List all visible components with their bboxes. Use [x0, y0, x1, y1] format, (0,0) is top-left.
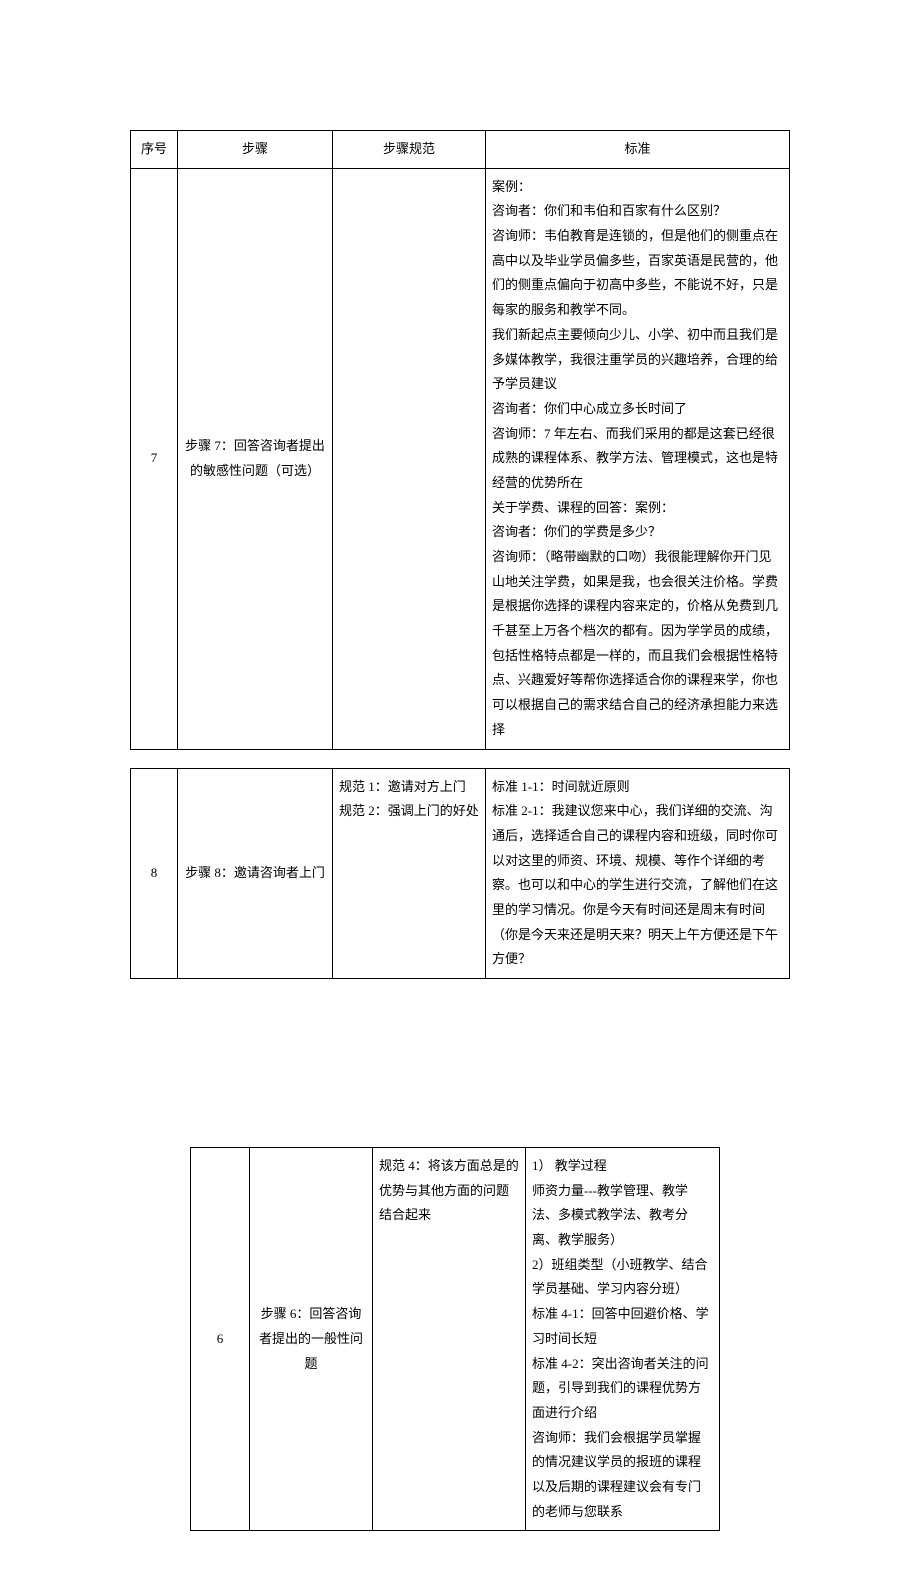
std7-l3: 咨询师：韦伯教育是连锁的，但是他们的侧重点在高中以及毕业学员偏多些，百家英语是民…: [492, 224, 783, 323]
spec-6: 规范 4：将该方面总是的优势与其他方面的问题结合起来: [373, 1148, 526, 1531]
spec8-l1: 规范 1：邀请对方上门: [339, 775, 479, 800]
header-std: 标准: [486, 131, 790, 169]
procedure-table-1: 序号 步骤 步骤规范 标准 7 步骤 7：回答咨询者提出的敏感性问题（可选） 案…: [130, 130, 790, 750]
std6-l3: 2）班组类型（小班教学、结合学员基础、学习内容分班）: [532, 1253, 713, 1302]
header-step: 步骤: [178, 131, 333, 169]
std6-l2: 师资力量---教学管理、教学法、多模式教学法、教考分离、教学服务）: [532, 1179, 713, 1253]
seq-7: 7: [131, 168, 178, 749]
std7-l4: 我们新起点主要倾向少儿、小学、初中而且我们是多媒体教学，我很注重学员的兴趣培养，…: [492, 323, 783, 397]
spec-8: 规范 1：邀请对方上门 规范 2：强调上门的好处: [333, 768, 486, 979]
spec-7: [333, 168, 486, 749]
std8-l2: 标准 2-1：我建议您来中心，我们详细的交流、沟通后，选择适合自己的课程内容和班…: [492, 799, 783, 972]
procedure-table-3: 6 步骤 6：回答咨询者提出的一般性问题 规范 4：将该方面总是的优势与其他方面…: [190, 1147, 720, 1531]
procedure-table-2: 8 步骤 8：邀请咨询者上门 规范 1：邀请对方上门 规范 2：强调上门的好处 …: [130, 768, 790, 980]
table-header-row: 序号 步骤 步骤规范 标准: [131, 131, 790, 169]
std7-l8: 咨询者：你们的学费是多少？: [492, 520, 783, 545]
step-8: 步骤 8：邀请咨询者上门: [178, 768, 333, 979]
std7-l5: 咨询者：你们中心成立多长时间了: [492, 397, 783, 422]
std-6: 1） 教学过程 师资力量---教学管理、教学法、多模式教学法、教考分离、教学服务…: [526, 1148, 720, 1531]
table-row-8: 8 步骤 8：邀请咨询者上门 规范 1：邀请对方上门 规范 2：强调上门的好处 …: [131, 768, 790, 979]
std8-l1: 标准 1-1：时间就近原则: [492, 775, 783, 800]
std7-l1: 案例：: [492, 175, 783, 200]
std7-l2: 咨询者：你们和韦伯和百家有什么区别？: [492, 199, 783, 224]
seq-8: 8: [131, 768, 178, 979]
std7-l6: 咨询师：7 年左右、而我们采用的都是这套已经很成熟的课程体系、教学方法、管理模式…: [492, 422, 783, 496]
table-row-7: 7 步骤 7：回答咨询者提出的敏感性问题（可选） 案例： 咨询者：你们和韦伯和百…: [131, 168, 790, 749]
std6-l1: 1） 教学过程: [532, 1154, 713, 1179]
std7-l7: 关于学费、课程的回答：案例：: [492, 496, 783, 521]
std7-l9: 咨询师：（略带幽默的口吻）我很能理解你开门见山地关注学费，如果是我，也会很关注价…: [492, 545, 783, 743]
table-row-6: 6 步骤 6：回答咨询者提出的一般性问题 规范 4：将该方面总是的优势与其他方面…: [191, 1148, 720, 1531]
std-8: 标准 1-1：时间就近原则 标准 2-1：我建议您来中心，我们详细的交流、沟通后…: [486, 768, 790, 979]
std-7: 案例： 咨询者：你们和韦伯和百家有什么区别？ 咨询师：韦伯教育是连锁的，但是他们…: [486, 168, 790, 749]
step-7: 步骤 7：回答咨询者提出的敏感性问题（可选）: [178, 168, 333, 749]
seq-6: 6: [191, 1148, 250, 1531]
std6-l6: 咨询师：我们会根据学员掌握的情况建议学员的报班的课程以及后期的课程建议会有专门的…: [532, 1426, 713, 1525]
step-6: 步骤 6：回答咨询者提出的一般性问题: [250, 1148, 373, 1531]
spec8-l2: 规范 2：强调上门的好处: [339, 799, 479, 824]
std6-l5: 标准 4-2：突出咨询者关注的问题，引导到我们的课程优势方面进行介绍: [532, 1352, 713, 1426]
std6-l4: 标准 4-1：回答中回避价格、学习时间长短: [532, 1302, 713, 1351]
header-spec: 步骤规范: [333, 131, 486, 169]
header-seq: 序号: [131, 131, 178, 169]
